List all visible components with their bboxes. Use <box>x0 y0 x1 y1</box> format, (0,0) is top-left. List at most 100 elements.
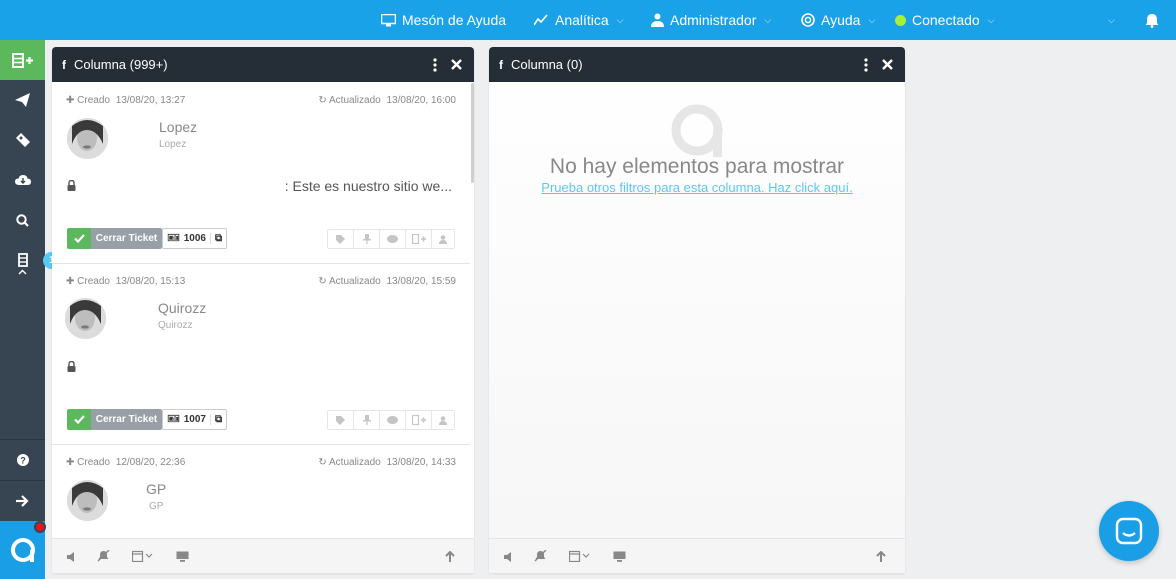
nav-help-desk[interactable]: Mesón de Ayuda <box>381 12 506 28</box>
nav-analytics-label: Analítica <box>555 12 609 28</box>
arrow-up-icon[interactable] <box>876 549 886 567</box>
volume-icon[interactable] <box>504 549 512 567</box>
contact-name: Lopez <box>159 119 198 135</box>
chevron-down-icon: ⌵ <box>868 14 876 25</box>
empty-column: f Columna (0) No hay elementos para most… <box>489 47 905 573</box>
tag-icon[interactable] <box>328 411 354 429</box>
calendar-icon[interactable] <box>568 549 591 567</box>
cloud-download-button[interactable] <box>0 160 45 200</box>
logout-button[interactable] <box>0 481 45 521</box>
svg-text:?: ? <box>20 455 26 465</box>
copy-icon[interactable]: ⧉ <box>209 414 222 425</box>
comment-icon[interactable] <box>380 411 406 429</box>
collapse-button[interactable] <box>0 262 45 282</box>
nav-analytics[interactable]: Analítica ⌵ <box>534 12 624 28</box>
nav-help-label: Ayuda <box>821 12 861 28</box>
check-icon <box>67 228 91 249</box>
monitor-icon[interactable] <box>176 549 189 567</box>
help-button[interactable]: ? <box>0 440 45 480</box>
created-date: 13/08/20, 13:27 <box>115 95 186 106</box>
chevron-down-icon: ⌵ <box>764 14 772 25</box>
close-ticket-button[interactable]: Cerrar Ticket <box>67 409 162 430</box>
search-button[interactable] <box>0 200 45 240</box>
chat-icon <box>1115 517 1143 545</box>
question-icon: ? <box>16 454 29 466</box>
volume-icon[interactable] <box>67 549 75 567</box>
copy-icon[interactable]: ⧉ <box>209 233 222 244</box>
plus-icon: ✚ <box>66 276 75 287</box>
assign-user-icon[interactable] <box>432 411 454 429</box>
close-icon[interactable] <box>451 59 462 70</box>
updated-label: Actualizado <box>329 95 381 106</box>
status-dot <box>895 14 906 26</box>
tag-icon[interactable] <box>328 230 354 248</box>
column-title: Columna (0) <box>511 57 583 72</box>
comment-icon[interactable] <box>380 230 406 248</box>
sidebar: ? <box>0 40 45 579</box>
contact-name: GP <box>146 481 167 497</box>
tickets-button[interactable] <box>0 120 45 160</box>
add-to-column-icon[interactable] <box>406 230 432 248</box>
close-ticket-label: Cerrar Ticket <box>91 228 162 249</box>
close-ticket-button[interactable]: Cerrar Ticket <box>67 228 162 249</box>
monitor-icon[interactable] <box>613 549 626 567</box>
more-options-icon[interactable] <box>433 57 437 72</box>
refresh-icon: ↻ <box>318 95 327 106</box>
add-column-button[interactable] <box>0 40 45 80</box>
plus-icon: ✚ <box>66 95 75 106</box>
avatar[interactable] <box>65 298 106 339</box>
calendar-icon[interactable] <box>131 549 154 567</box>
created-label: Creado <box>77 457 110 468</box>
empty-state-title: No hay elementos para mostrar <box>549 155 845 178</box>
created-label: Creado <box>77 276 110 287</box>
add-to-column-icon[interactable] <box>406 411 432 429</box>
avatar[interactable] <box>67 480 108 521</box>
ticket-icon: 🎫︎ <box>167 414 180 425</box>
bell-icon[interactable] <box>1145 13 1159 28</box>
updated-date: 13/08/20, 16:00 <box>386 95 456 106</box>
scrollbar[interactable] <box>471 83 474 183</box>
assign-user-icon[interactable] <box>432 230 454 248</box>
nav-status[interactable]: Conectado ⌵ <box>895 12 995 28</box>
lifebuoy-icon <box>801 13 815 27</box>
add-column-icon <box>11 52 33 68</box>
dropdown-chevron-icon[interactable]: ⌵ <box>1108 15 1115 26</box>
search-icon <box>16 213 29 227</box>
pin-icon[interactable] <box>354 230 380 248</box>
ticket-id-badge[interactable]: 🎫︎ 1007 ⧉ <box>162 409 228 430</box>
nav-help-desk-label: Mesón de Ayuda <box>402 12 507 28</box>
notifications-off-icon[interactable] <box>97 549 110 567</box>
created-date: 13/08/20, 15:13 <box>115 276 186 287</box>
updated-date: 13/08/20, 14:33 <box>386 457 456 468</box>
lock-icon <box>67 361 76 372</box>
try-other-filters-link[interactable]: Prueba otros filtros para esta columna. … <box>489 180 905 195</box>
refresh-icon: ↻ <box>318 276 327 287</box>
created-info: ✚ Creado 12/08/20, 22:36 <box>66 457 185 468</box>
pin-icon[interactable] <box>354 411 380 429</box>
more-options-icon[interactable] <box>864 57 868 72</box>
nav-admin[interactable]: Administrador ⌵ <box>651 12 771 28</box>
check-icon <box>67 409 91 430</box>
arrow-right-icon <box>16 495 29 507</box>
updated-date: 13/08/20, 15:59 <box>386 276 456 287</box>
ticket-card[interactable]: ✚ Creado 12/08/20, 22:36 ↻ Actualizado 1… <box>52 445 470 540</box>
chat-widget-button[interactable] <box>1099 501 1159 561</box>
empty-state-logo-icon <box>671 104 723 157</box>
contact-name: Quirozz <box>158 300 207 316</box>
created-info: ✚ Creado 13/08/20, 15:13 <box>66 276 185 287</box>
ticket-id: 1006 <box>183 233 206 244</box>
send-button[interactable] <box>0 80 45 120</box>
avatar[interactable] <box>67 118 108 159</box>
ticket-actions <box>327 229 455 249</box>
close-icon[interactable] <box>882 59 893 70</box>
ticket-id-badge[interactable]: 🎫︎ 1006 ⧉ <box>162 228 228 249</box>
nav-help[interactable]: Ayuda ⌵ <box>801 12 875 28</box>
updated-info: ↻ Actualizado 13/08/20, 14:33 <box>318 457 456 468</box>
ticket-card[interactable]: ✚ Creado 13/08/20, 15:13 ↻ Actualizado 1… <box>52 264 470 445</box>
updated-label: Actualizado <box>329 276 381 287</box>
notifications-off-icon[interactable] <box>534 549 547 567</box>
ticket-card[interactable]: ✚ Creado 13/08/20, 13:27 ↻ Actualizado 1… <box>52 83 470 264</box>
arrow-up-icon[interactable] <box>445 549 455 567</box>
plus-icon: ✚ <box>66 457 75 468</box>
ticket-id: 1007 <box>183 414 206 425</box>
